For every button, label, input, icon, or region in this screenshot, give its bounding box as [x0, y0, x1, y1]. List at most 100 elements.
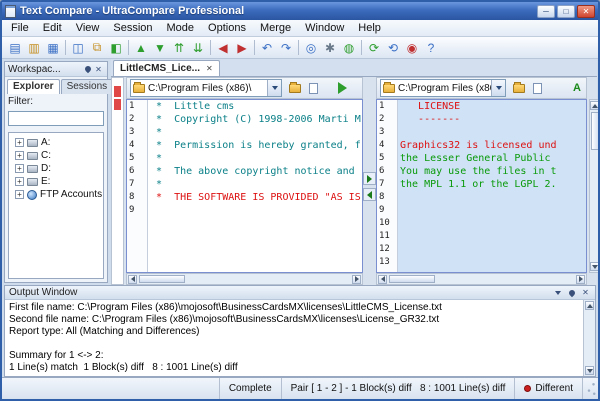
- tree-item[interactable]: FTP Accounts: [11, 188, 101, 201]
- scrollbar-thumb[interactable]: [389, 275, 435, 283]
- status-different-label: Different: [535, 383, 573, 394]
- run-compare-button[interactable]: [335, 81, 349, 95]
- main-area: Workspac... Explorer Sessions Filter:: [2, 59, 598, 285]
- scroll-down-icon[interactable]: [590, 262, 599, 271]
- expand-icon[interactable]: [15, 151, 24, 160]
- toolbar-separator[interactable]: [63, 39, 68, 57]
- menu-item[interactable]: View: [69, 21, 107, 35]
- diff-map-strip[interactable]: [111, 77, 124, 285]
- menu-item[interactable]: File: [4, 21, 36, 35]
- scroll-left-icon[interactable]: [378, 275, 387, 284]
- scroll-up-icon[interactable]: [585, 301, 594, 310]
- open-file-button[interactable]: [529, 80, 546, 97]
- tree-item[interactable]: C:: [11, 149, 101, 162]
- expand-icon[interactable]: [15, 177, 24, 186]
- first-difference-icon[interactable]: ⇈: [170, 39, 188, 57]
- tree-item[interactable]: A:: [11, 136, 101, 149]
- pin-icon[interactable]: [82, 64, 93, 75]
- menu-item[interactable]: Session: [106, 21, 159, 35]
- maximize-button[interactable]: □: [557, 5, 575, 18]
- copy-to-right-icon[interactable]: ▶: [233, 39, 251, 57]
- merge-mode-icon[interactable]: ◧: [107, 39, 125, 57]
- find-icon[interactable]: ◎: [302, 39, 320, 57]
- browse-folder-button[interactable]: [285, 80, 302, 97]
- open-file-button[interactable]: [305, 80, 322, 97]
- scrollbar-thumb[interactable]: [591, 112, 600, 150]
- right-path-dropdown[interactable]: C:\Program Files (x86)\: [380, 79, 506, 97]
- workspace-tab[interactable]: Sessions: [61, 79, 114, 94]
- filter-input[interactable]: [8, 111, 104, 126]
- copy-block-right-button[interactable]: [363, 172, 376, 185]
- tab-close-icon[interactable]: [206, 63, 213, 74]
- dropdown-arrow-icon[interactable]: [491, 80, 505, 96]
- line-number: 7: [377, 178, 397, 191]
- code-line: 5 the Lesser General Public: [377, 152, 586, 165]
- arrow-right-icon: [367, 175, 372, 183]
- menu-item[interactable]: Mode: [160, 21, 202, 35]
- menu-item[interactable]: Help: [351, 21, 388, 35]
- output-scrollbar[interactable]: [583, 300, 595, 376]
- copy-to-left-icon[interactable]: ◀: [214, 39, 232, 57]
- scroll-down-icon[interactable]: [585, 366, 594, 375]
- scrollbar-thumb[interactable]: [139, 275, 185, 283]
- line-number: 11: [377, 230, 397, 243]
- menu-item[interactable]: Window: [298, 21, 351, 35]
- menu-item[interactable]: Merge: [253, 21, 298, 35]
- next-difference-icon[interactable]: ▼: [151, 39, 169, 57]
- toolbar-separator[interactable]: [359, 39, 364, 57]
- pin-icon[interactable]: [566, 287, 577, 298]
- tree-item[interactable]: E:: [11, 175, 101, 188]
- scroll-left-icon[interactable]: [128, 275, 137, 284]
- web-help-icon[interactable]: ◍: [340, 39, 358, 57]
- text-compare-icon[interactable]: ◫: [69, 39, 87, 57]
- last-difference-icon[interactable]: ⇊: [189, 39, 207, 57]
- vertical-scrollbar[interactable]: [589, 99, 600, 273]
- code-line: 1 LICENSE: [377, 100, 586, 113]
- line-number: 8: [127, 191, 147, 204]
- sync-icon[interactable]: ⟳: [365, 39, 383, 57]
- toolbar-separator[interactable]: [126, 39, 131, 57]
- redo-icon[interactable]: ↷: [277, 39, 295, 57]
- line-number: 2: [377, 113, 397, 126]
- close-panel-icon[interactable]: [580, 287, 591, 298]
- expand-icon[interactable]: [15, 138, 24, 147]
- scroll-up-icon[interactable]: [590, 101, 599, 110]
- close-button[interactable]: ✕: [577, 5, 595, 18]
- previous-difference-icon[interactable]: ▲: [132, 39, 150, 57]
- output-content[interactable]: First file name: C:\Program Files (x86)\…: [5, 300, 583, 376]
- right-horizontal-scrollbar[interactable]: [376, 273, 587, 285]
- expand-icon[interactable]: [15, 190, 24, 199]
- menu-item[interactable]: Edit: [36, 21, 69, 35]
- undo-icon[interactable]: ↶: [258, 39, 276, 57]
- minimize-button[interactable]: ─: [537, 5, 555, 18]
- refresh-icon[interactable]: ⟲: [384, 39, 402, 57]
- workspace-tab[interactable]: Explorer: [7, 79, 60, 94]
- save-session-icon[interactable]: ▦: [44, 39, 62, 57]
- toolbar-separator[interactable]: [296, 39, 301, 57]
- browse-folder-button[interactable]: [509, 80, 526, 97]
- left-horizontal-scrollbar[interactable]: [126, 273, 363, 285]
- menu-item[interactable]: Options: [201, 21, 253, 35]
- toolbar-separator[interactable]: [252, 39, 257, 57]
- copy-block-left-button[interactable]: [363, 188, 376, 201]
- left-file-content[interactable]: 1 * Little cms 2 * Copyright (C) 1998-20…: [126, 99, 363, 273]
- chevron-down-icon[interactable]: [552, 287, 563, 298]
- document-tab[interactable]: LittleCMS_Lice...: [113, 60, 220, 76]
- open-document-icon[interactable]: ▥: [25, 39, 43, 57]
- close-panel-icon[interactable]: [93, 64, 104, 75]
- help-icon[interactable]: ?: [422, 39, 440, 57]
- format-view-button[interactable]: A: [573, 82, 583, 94]
- right-file-content[interactable]: 1 LICENSE 2 ------- 3: [376, 99, 587, 273]
- folder-compare-icon[interactable]: ⧉: [88, 39, 106, 57]
- scroll-right-icon[interactable]: [576, 275, 585, 284]
- new-document-icon[interactable]: ▤: [6, 39, 24, 57]
- scroll-right-icon[interactable]: [352, 275, 361, 284]
- left-path-dropdown[interactable]: C:\Program Files (x86)\: [130, 79, 282, 97]
- toolbar-separator[interactable]: [208, 39, 213, 57]
- expand-icon[interactable]: [15, 164, 24, 173]
- tree-item[interactable]: D:: [11, 162, 101, 175]
- resize-grip[interactable]: [582, 378, 598, 399]
- dropdown-arrow-icon[interactable]: [267, 80, 281, 96]
- options-icon[interactable]: ✱: [321, 39, 339, 57]
- stop-icon[interactable]: ◉: [403, 39, 421, 57]
